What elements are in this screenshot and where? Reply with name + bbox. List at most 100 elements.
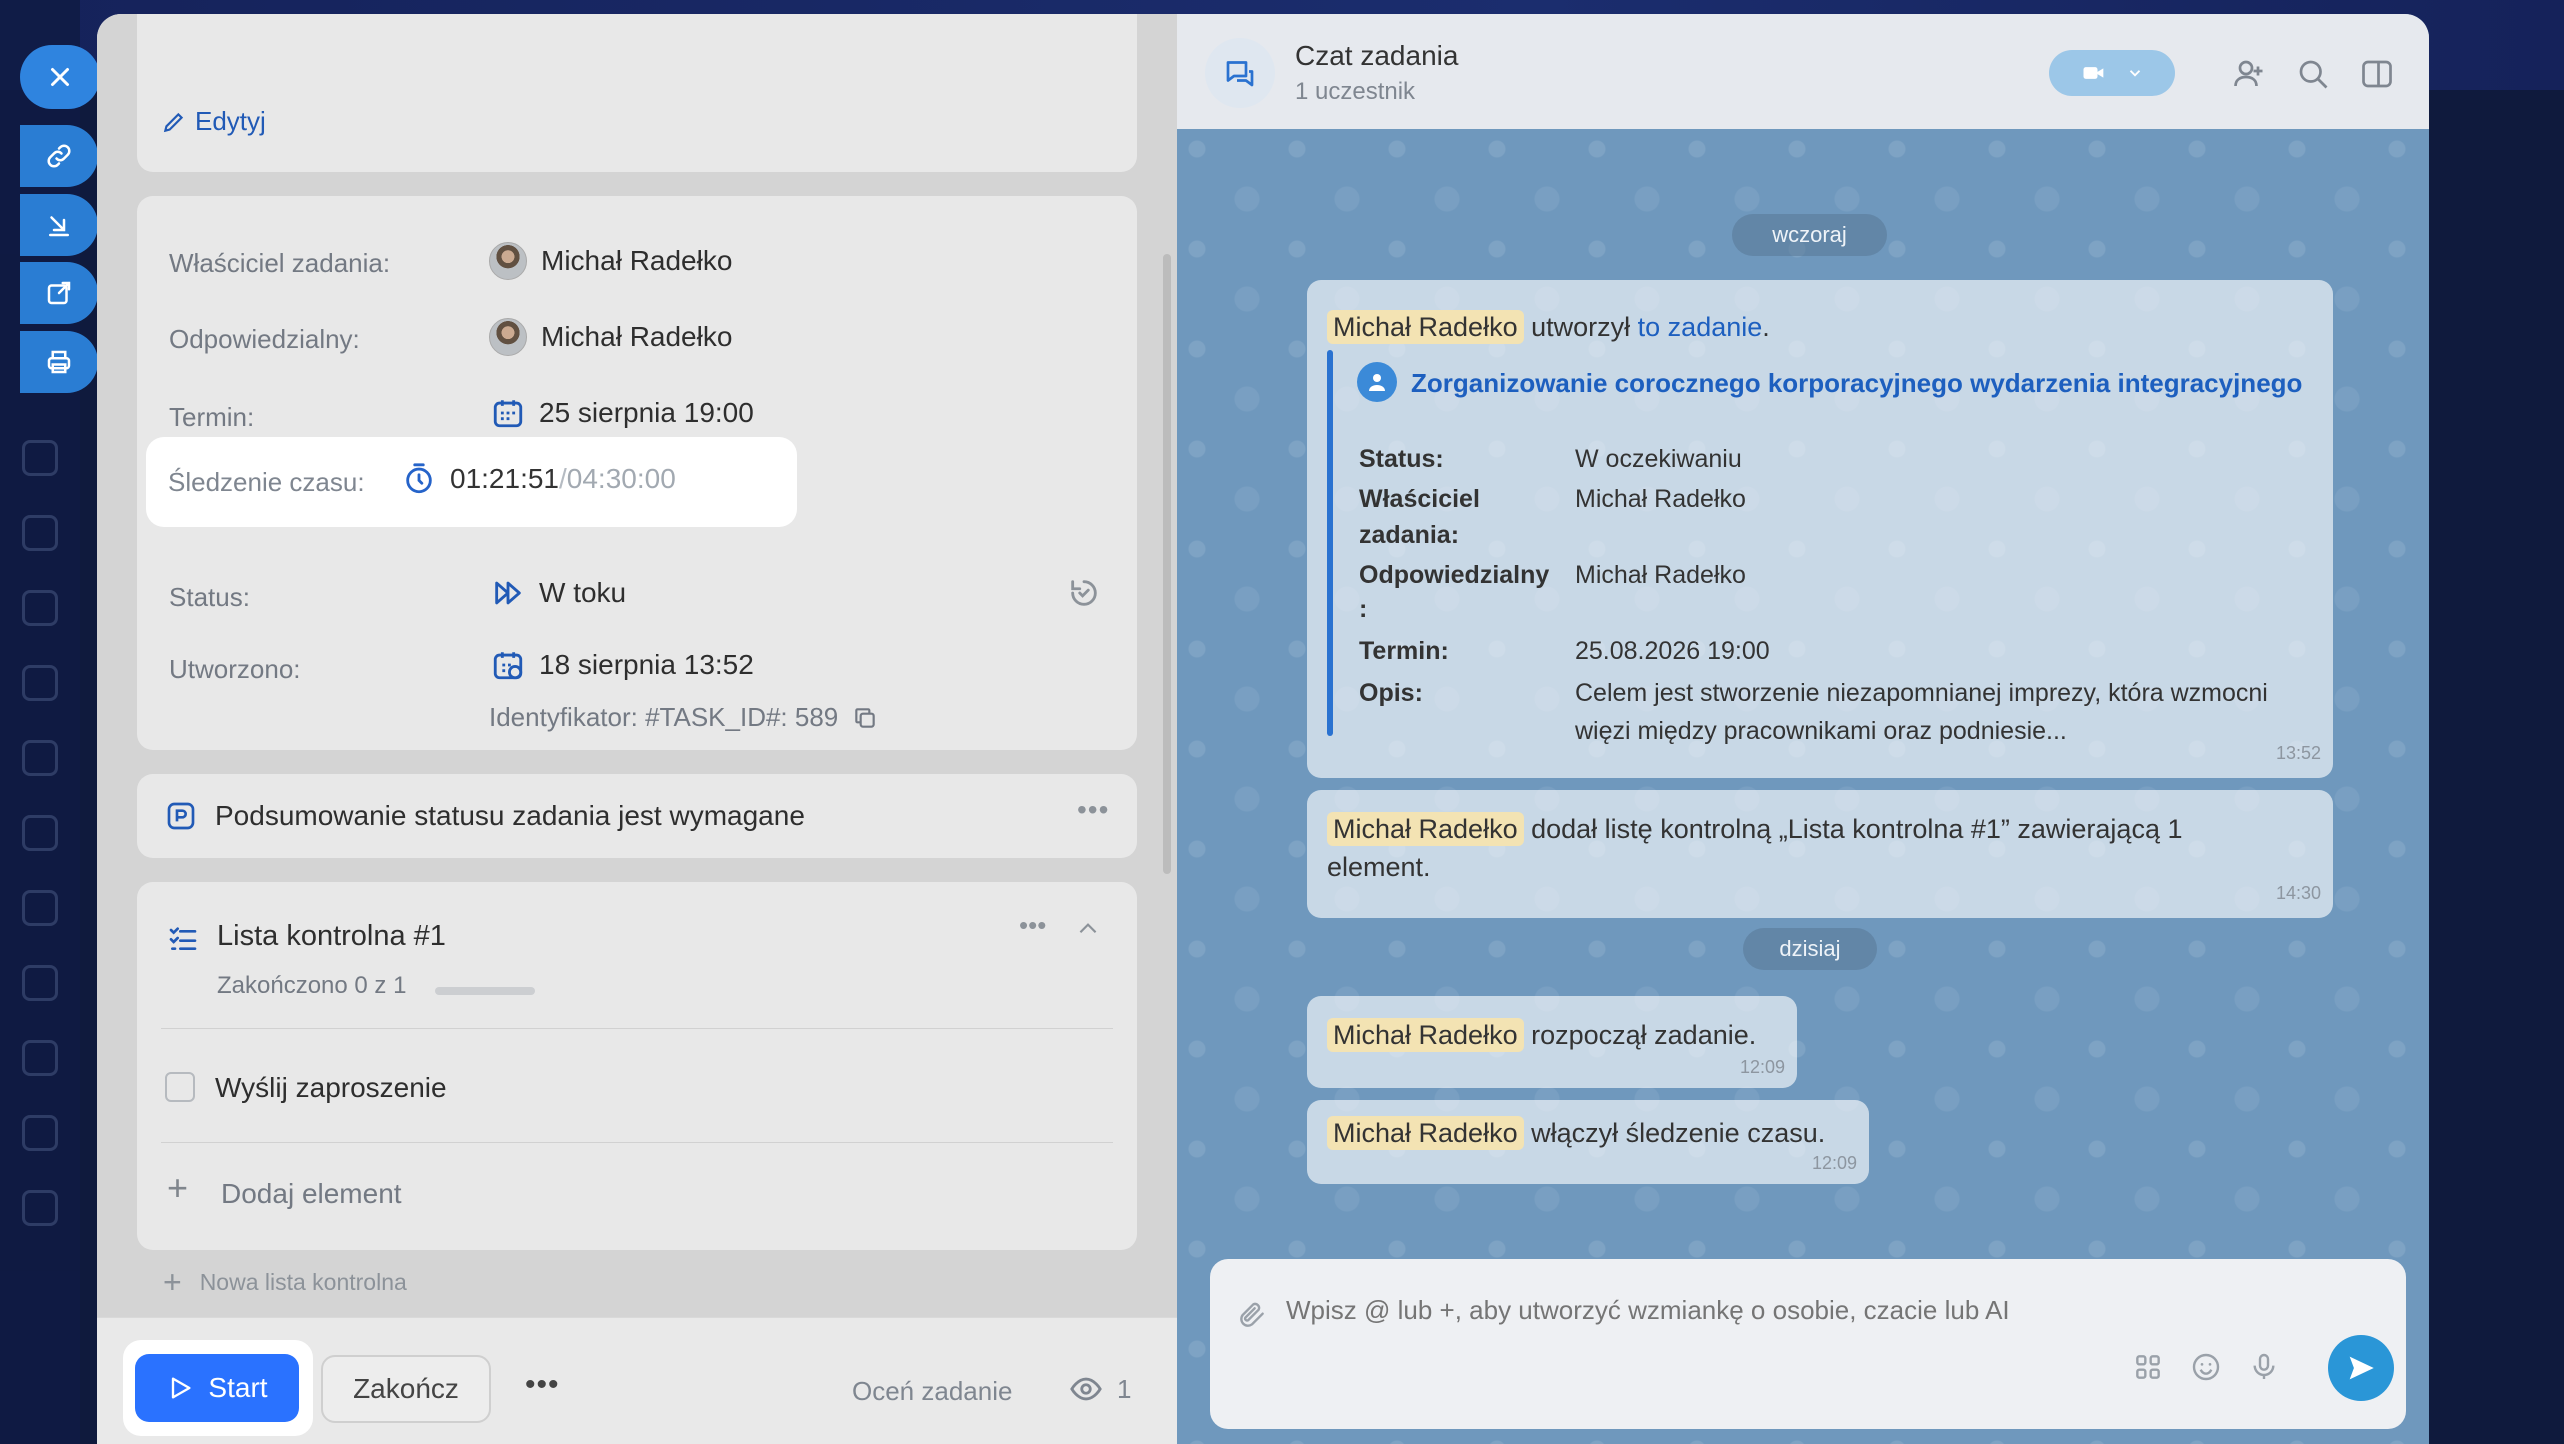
message-time: 12:09: [1739, 1057, 1785, 1077]
add-item-button[interactable]: Dodaj element: [221, 1178, 402, 1210]
rail-icon[interactable]: [22, 1115, 58, 1151]
close-icon: [51, 68, 69, 86]
more-actions-icon[interactable]: •••: [525, 1368, 560, 1402]
responsible-value: Michał Radełko: [1575, 561, 1746, 589]
description-card: Edytyj: [137, 14, 1137, 172]
deadline-value: 25.08.2026 19:00: [1575, 637, 1770, 665]
more-icon[interactable]: •••: [1077, 794, 1109, 826]
status-history-icon[interactable]: [1067, 576, 1101, 610]
start-button[interactable]: Start: [135, 1354, 299, 1422]
new-checklist-label: Nowa lista kontrolna: [199, 1269, 407, 1295]
microphone-icon[interactable]: [2248, 1351, 2280, 1383]
edit-link[interactable]: Edytyj: [161, 106, 266, 137]
message-composer: [1210, 1259, 2406, 1429]
message-checklist-added: Michał Radełko dodał listę kontrolną „Li…: [1307, 790, 2333, 918]
author-name[interactable]: Michał Radełko: [1327, 1116, 1524, 1150]
start-button-highlight: Start: [123, 1340, 313, 1436]
message-task-started: Michał Radełko rozpoczął zadanie. 12:09: [1307, 996, 1797, 1088]
chevron-down-icon: [2129, 70, 2141, 77]
calendar-clock-icon: [493, 652, 523, 680]
rail-icon[interactable]: [22, 965, 58, 1001]
deadline-value[interactable]: 25 sierpnia 19:00: [491, 396, 754, 430]
rail-icon[interactable]: [22, 740, 58, 776]
message-input[interactable]: [1286, 1285, 2366, 1335]
responsible-value[interactable]: Michał Radełko: [489, 318, 732, 356]
rate-task-button[interactable]: Oceń zadanie: [852, 1376, 1012, 1407]
status-value[interactable]: W toku: [491, 576, 626, 610]
task-details-panel: Edytyj Właściciel zadania: Michał Radełk…: [97, 14, 1177, 1444]
message-text: włączył śledzenie czasu.: [1531, 1118, 1826, 1148]
author-name[interactable]: Michał Radełko: [1327, 812, 1524, 846]
owner-name: Michał Radełko: [541, 245, 733, 276]
checklist-more-icon[interactable]: •••: [1019, 910, 1046, 941]
task-avatar: [1357, 362, 1397, 402]
rail-icon[interactable]: [22, 515, 58, 551]
emoji-icon[interactable]: [2190, 1351, 2222, 1383]
chat-panel: Czat zadania 1 uczestnik wczoraj Michał …: [1177, 14, 2429, 1444]
close-button[interactable]: [20, 45, 100, 109]
message-line: Michał Radełko utworzył to zadanie.: [1327, 308, 1770, 346]
checklist-item-label[interactable]: Wyślij zaproszenie: [215, 1072, 447, 1104]
copy-link-button[interactable]: [20, 125, 98, 187]
download-button[interactable]: [20, 194, 98, 256]
status-label: Status:: [169, 582, 250, 612]
download-icon: [49, 216, 69, 237]
deadline-text: 25 sierpnia 19:00: [539, 397, 754, 428]
rail-icon[interactable]: [22, 1190, 58, 1226]
add-user-icon[interactable]: [2231, 56, 2267, 92]
avatar: [489, 242, 527, 280]
external-link-icon: [47, 281, 71, 305]
rail-icon[interactable]: [22, 665, 58, 701]
rail-icon[interactable]: [22, 1040, 58, 1076]
plus-icon[interactable]: +: [167, 1170, 188, 1206]
print-button[interactable]: [20, 331, 98, 393]
finish-button[interactable]: Zakończ: [321, 1355, 491, 1423]
copy-icon[interactable]: [852, 705, 878, 731]
task-link[interactable]: to zadanie: [1638, 312, 1763, 342]
avatar: [489, 318, 527, 356]
task-id: Identyfikator: #TASK_ID#: 589: [489, 702, 878, 733]
owner-label: Właściciel zadania:: [169, 248, 391, 278]
chat-subtitle[interactable]: 1 uczestnik: [1295, 78, 1415, 106]
link-icon: [47, 144, 71, 168]
eye-icon: [1070, 1377, 1102, 1401]
message-dot: .: [1762, 312, 1770, 342]
time-tracking-row[interactable]: Śledzenie czasu: 01:21:51/04:30:00: [146, 437, 797, 527]
message-time: 13:52: [2275, 743, 2321, 763]
paperclip-icon[interactable]: [1236, 1299, 1268, 1331]
author-name[interactable]: Michał Radełko: [1327, 1018, 1524, 1052]
edit-label: Edytyj: [195, 106, 266, 136]
views-count: 1: [1117, 1373, 1132, 1404]
video-call-button[interactable]: [2049, 50, 2175, 96]
apps-grid-icon[interactable]: [2132, 1351, 2164, 1383]
time-separator: /: [559, 463, 567, 494]
message-time-tracking: Michał Radełko włączył śledzenie czasu. …: [1307, 1100, 1869, 1184]
scrollbar[interactable]: [1163, 254, 1171, 874]
summary-card[interactable]: Podsumowanie statusu zadania jest wymaga…: [137, 774, 1137, 858]
rail-icon[interactable]: [22, 440, 58, 476]
checklist-item-checkbox[interactable]: [165, 1072, 195, 1102]
checklist-title[interactable]: Lista kontrolna #1: [217, 920, 446, 953]
viewers[interactable]: 1: [1069, 1372, 1131, 1406]
author-name[interactable]: Michał Radełko: [1327, 310, 1524, 344]
rail-icon[interactable]: [22, 590, 58, 626]
printer-icon: [47, 350, 71, 374]
open-new-window-button[interactable]: [20, 262, 98, 324]
new-checklist-button[interactable]: + Nowa lista kontrolna: [163, 1264, 407, 1301]
rail-icon[interactable]: [22, 890, 58, 926]
status-key: Status:: [1359, 445, 1444, 473]
message-text: dodał listę kontrolną „Lista kontrolna #…: [1531, 814, 2183, 844]
task-modal: Edytyj Właściciel zadania: Michał Radełk…: [97, 14, 2429, 1444]
message-text: rozpoczął zadanie.: [1531, 1020, 1757, 1050]
sidebar-toggle-icon[interactable]: [2359, 56, 2395, 92]
rail-icon[interactable]: [22, 815, 58, 851]
task-title-link[interactable]: Zorganizowanie corocznego korporacyjnego…: [1411, 364, 2302, 402]
time-tracking-value[interactable]: 01:21:51/04:30:00: [402, 462, 676, 496]
send-button[interactable]: [2328, 1335, 2394, 1401]
owner-key-2: zadania:: [1359, 521, 1460, 549]
search-icon[interactable]: [2295, 56, 2331, 92]
owner-value[interactable]: Michał Radełko: [489, 242, 732, 280]
chevron-up-icon[interactable]: [1075, 916, 1101, 942]
chat-header: Czat zadania 1 uczestnik: [1177, 14, 2429, 129]
summary-label: Podsumowanie statusu zadania jest wymaga…: [215, 800, 805, 831]
